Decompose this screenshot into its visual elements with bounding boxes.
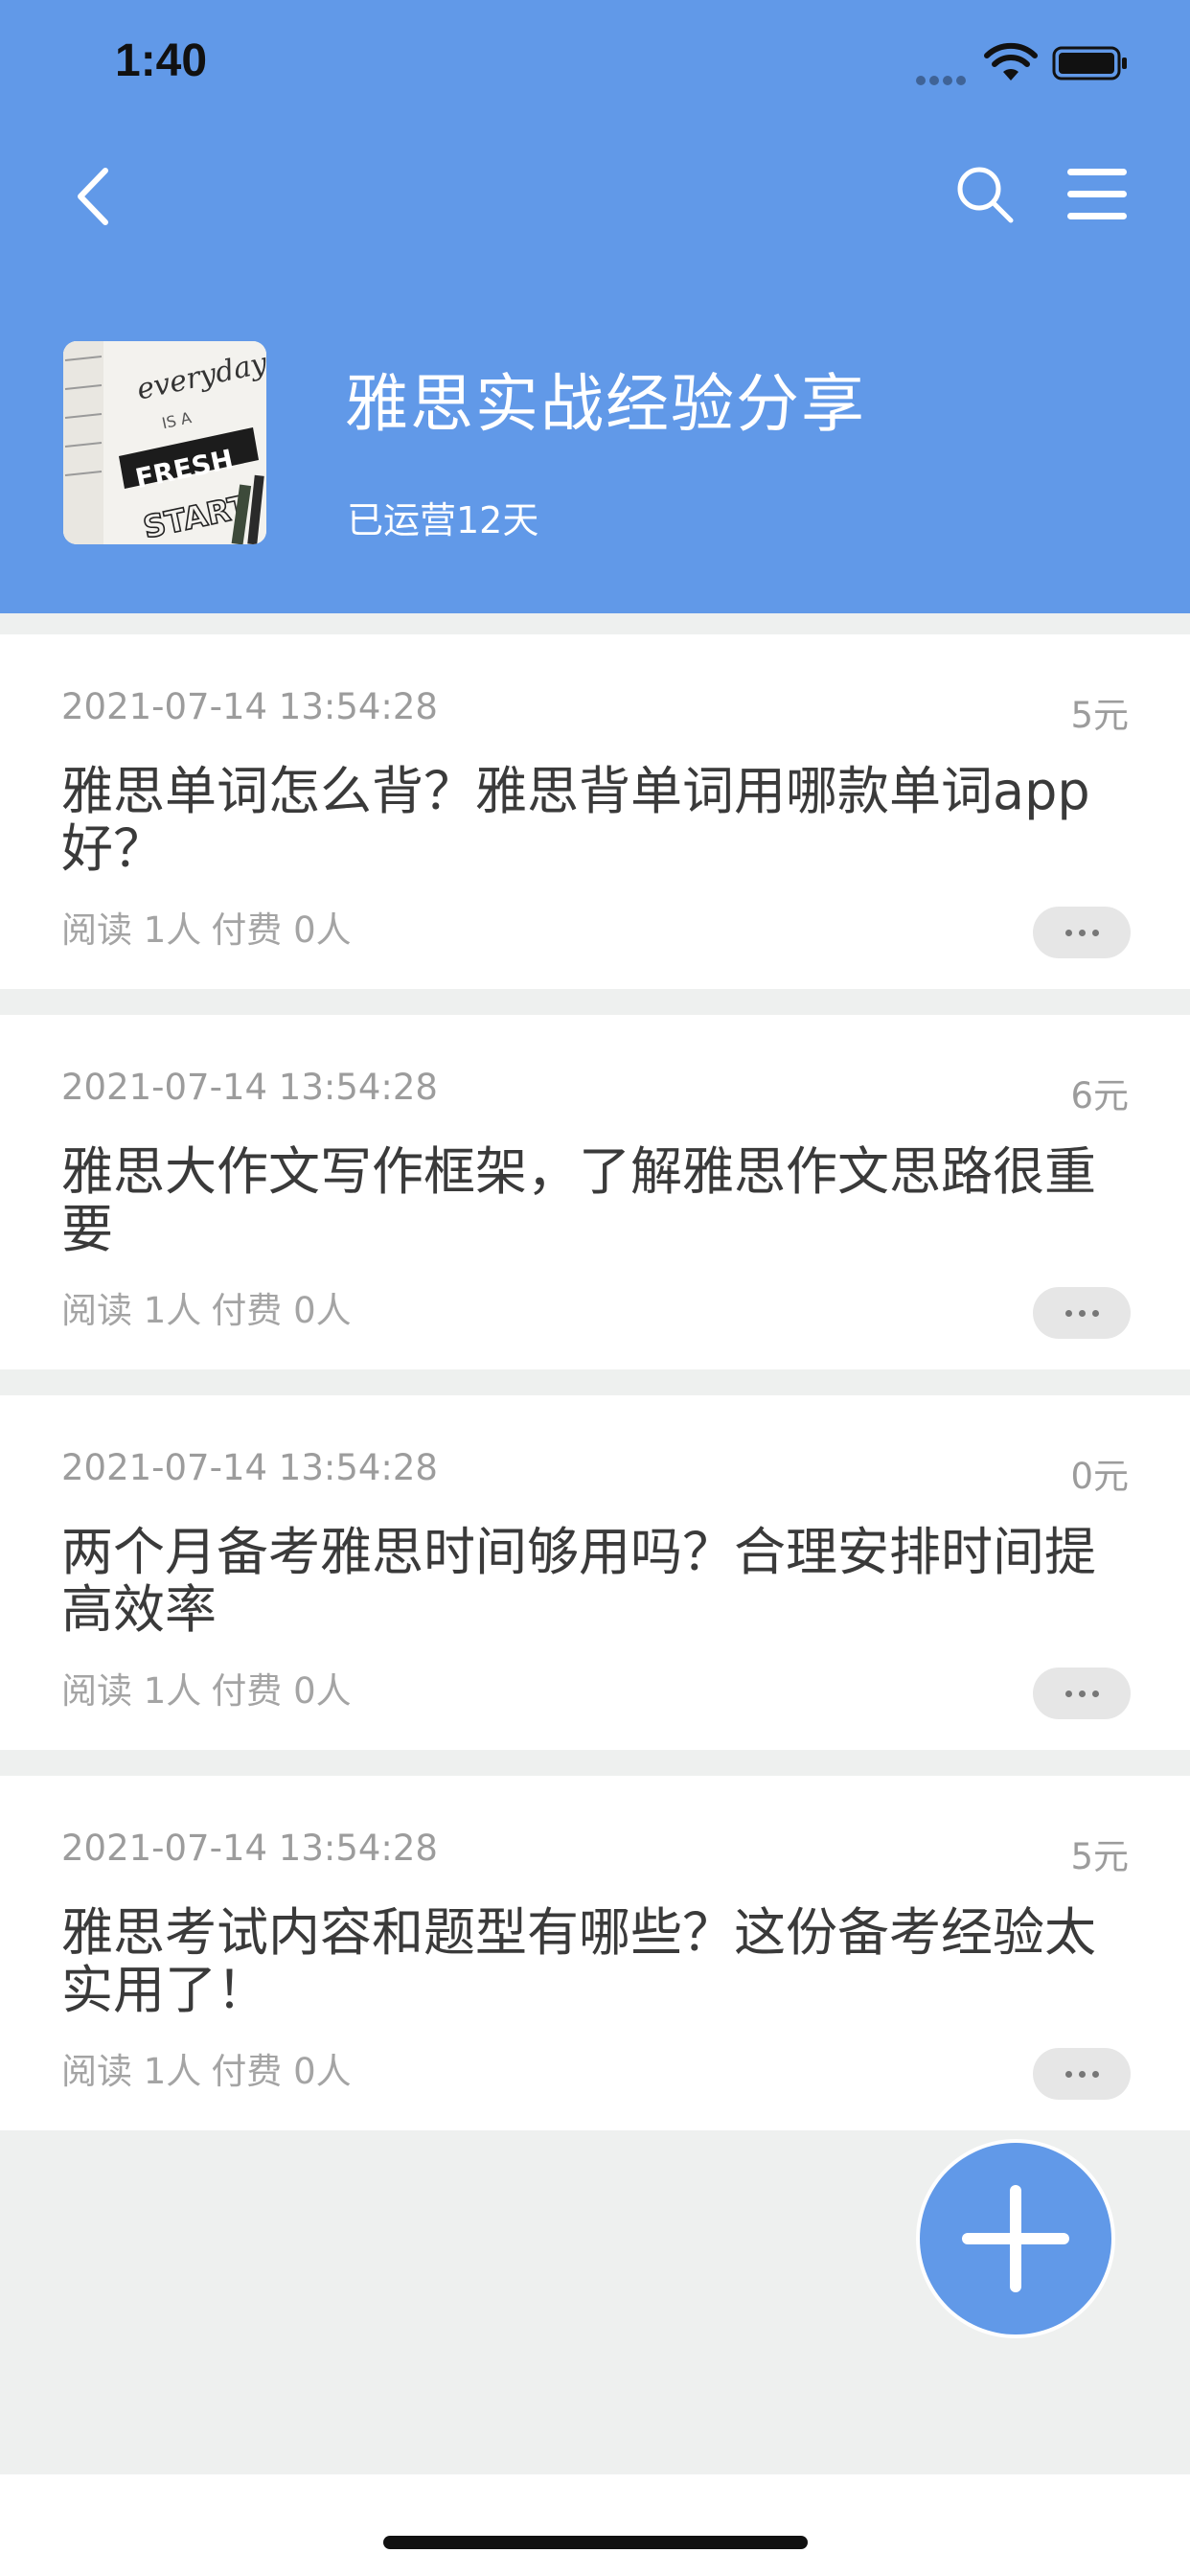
add-post-button[interactable] (920, 2143, 1111, 2334)
header: 1:40 everyday IS A FRESH START 雅思实战经验分享 … (0, 0, 1190, 613)
more-options-button[interactable] (1033, 907, 1131, 958)
post-date: 2021-07-14 13:54:28 (61, 1067, 438, 1108)
post-date: 2021-07-14 13:54:28 (61, 686, 438, 727)
post-title[interactable]: 雅思考试内容和题型有哪些？这份备考经验太实用了！ (61, 1904, 1125, 2019)
more-options-button[interactable] (1033, 1668, 1131, 1719)
post-paid-count: 付费 0人 (211, 909, 352, 951)
post-date: 2021-07-14 13:54:28 (61, 1828, 438, 1869)
status-time: 1:40 (115, 35, 208, 86)
post-price: 5元 (1070, 1836, 1129, 1877)
post-read-count: 阅读 1人 (61, 1670, 202, 1712)
post-price: 6元 (1070, 1075, 1129, 1116)
post-stats: 阅读 1人 付费 0人 (61, 901, 361, 953)
bottom-safe-area (0, 2474, 1190, 2576)
post-card[interactable]: 2021-07-14 13:54:28 0元 两个月备考雅思时间够用吗？合理安排… (0, 1395, 1190, 1750)
post-title[interactable]: 雅思大作文写作框架，了解雅思作文思路很重要 (61, 1143, 1125, 1258)
post-card[interactable]: 2021-07-14 13:54:28 5元 雅思考试内容和题型有哪些？这份备考… (0, 1776, 1190, 2130)
search-icon[interactable] (953, 163, 1017, 226)
post-stats: 阅读 1人 付费 0人 (61, 1662, 361, 1714)
post-price: 5元 (1070, 695, 1129, 736)
group-cover-image: everyday IS A FRESH START (63, 341, 266, 544)
more-options-button[interactable] (1033, 1287, 1131, 1339)
cellular-signal-icon (916, 71, 973, 85)
post-read-count: 阅读 1人 (61, 1290, 202, 1331)
post-stats: 阅读 1人 付费 0人 (61, 2042, 361, 2094)
post-paid-count: 付费 0人 (211, 1670, 352, 1712)
post-title[interactable]: 两个月备考雅思时间够用吗？合理安排时间提高效率 (61, 1524, 1125, 1639)
post-read-count: 阅读 1人 (61, 909, 202, 951)
post-paid-count: 付费 0人 (211, 1290, 352, 1331)
post-card[interactable]: 2021-07-14 13:54:28 5元 雅思单词怎么背？雅思背单词用哪款单… (0, 634, 1190, 989)
menu-icon[interactable] (1065, 165, 1129, 224)
post-price: 0元 (1070, 1456, 1129, 1497)
wifi-icon (984, 42, 1038, 80)
post-stats: 阅读 1人 付费 0人 (61, 1281, 361, 1333)
group-running-days: 已运营12天 (347, 499, 539, 541)
home-indicator[interactable] (383, 2536, 808, 2549)
more-options-button[interactable] (1033, 2048, 1131, 2100)
post-read-count: 阅读 1人 (61, 2051, 202, 2092)
post-card[interactable]: 2021-07-14 13:54:28 6元 雅思大作文写作框架，了解雅思作文思… (0, 1015, 1190, 1369)
chevron-left-icon[interactable] (67, 163, 121, 230)
group-title: 雅思实战经验分享 (345, 367, 866, 441)
post-title[interactable]: 雅思单词怎么背？雅思背单词用哪款单词app好？ (61, 763, 1125, 878)
post-date: 2021-07-14 13:54:28 (61, 1447, 438, 1488)
battery-icon (1052, 46, 1127, 80)
post-paid-count: 付费 0人 (211, 2051, 352, 2092)
